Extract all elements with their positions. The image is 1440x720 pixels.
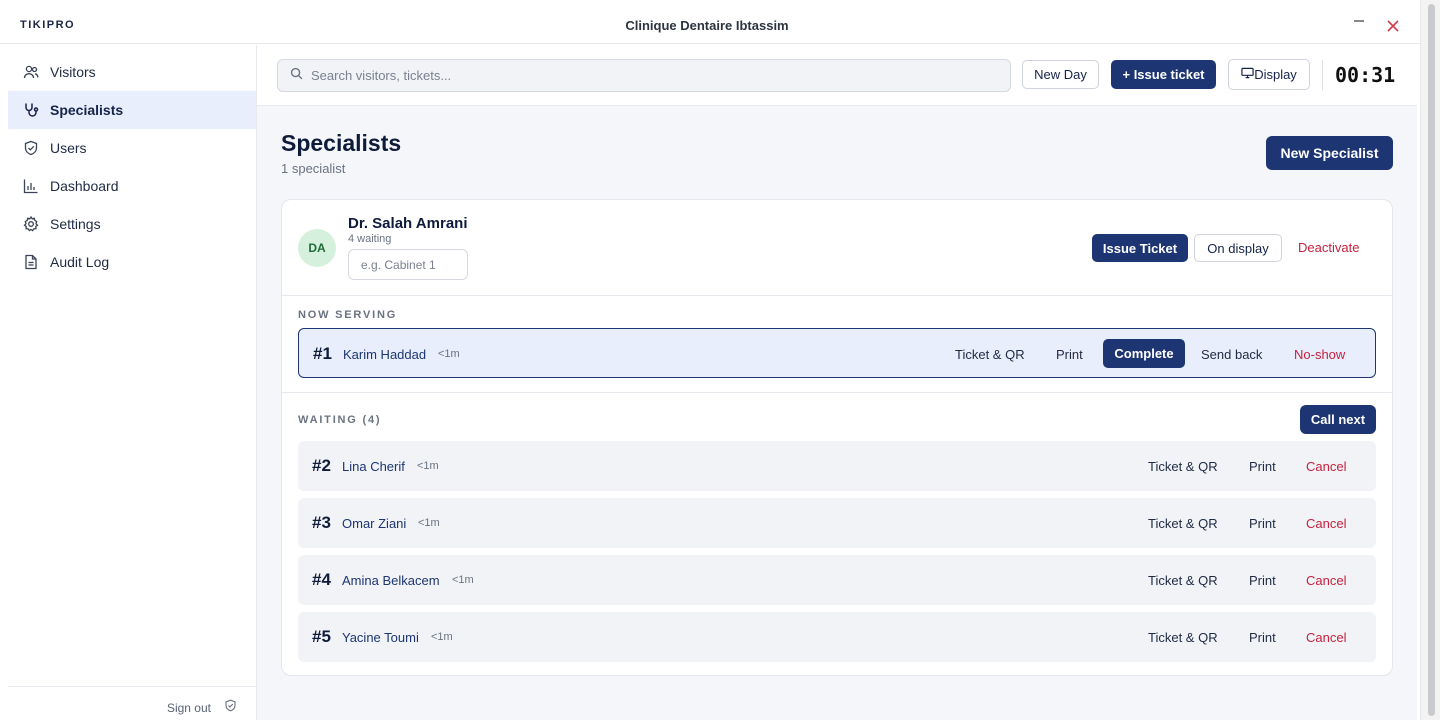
window-title: Clinique Dentaire Ibtassim — [625, 18, 789, 33]
visitor-name: Omar Ziani — [342, 516, 407, 531]
print-button[interactable]: Print — [1249, 573, 1276, 588]
bar-chart-icon — [22, 177, 40, 195]
page-subtitle: 1 specialist — [281, 161, 346, 176]
ticket-qr-button[interactable]: Ticket & QR — [955, 347, 1025, 362]
window-scrollbar[interactable] — [1420, 0, 1440, 720]
sidebar-item-label: Settings — [50, 216, 101, 232]
waiting-label: WAITING (4) — [298, 414, 382, 426]
ticket-qr-button[interactable]: Ticket & QR — [1148, 459, 1218, 474]
now-serving-row: #1 Karim Haddad <1m Ticket & QR Print Co… — [298, 328, 1376, 378]
print-button[interactable]: Print — [1056, 347, 1083, 362]
visitor-name: Lina Cherif — [342, 459, 405, 474]
search-icon — [290, 67, 303, 85]
sign-out-link[interactable]: Sign out — [167, 701, 211, 715]
title-bar: TIKIPRO Clinique Dentaire Ibtassim — [0, 0, 1420, 44]
sidebar-item-label: Specialists — [50, 102, 124, 118]
issue-ticket-card-button[interactable]: Issue Ticket — [1092, 234, 1188, 262]
ticket-qr-button[interactable]: Ticket & QR — [1148, 630, 1218, 645]
document-icon — [22, 253, 40, 271]
ticket-qr-button[interactable]: Ticket & QR — [1148, 516, 1218, 531]
sidebar-item-audit-log[interactable]: Audit Log — [8, 243, 256, 281]
main-content: New Day + Issue ticket Display 00:31 Spe… — [257, 45, 1417, 720]
visitor-name: Amina Belkacem — [342, 573, 440, 588]
new-day-button[interactable]: New Day — [1022, 60, 1099, 89]
sidebar-item-label: Users — [50, 140, 87, 156]
waiting-row: #2 Lina Cherif <1m Ticket & QR Print Can… — [298, 441, 1376, 491]
cancel-button[interactable]: Cancel — [1306, 516, 1346, 531]
send-back-button[interactable]: Send back — [1201, 347, 1262, 362]
gear-icon — [22, 215, 40, 233]
waiting-row: #4 Amina Belkacem <1m Ticket & QR Print … — [298, 555, 1376, 605]
ticket-number: #5 — [312, 627, 331, 646]
visitor-name: Yacine Toumi — [342, 630, 419, 645]
divider — [282, 295, 1392, 296]
complete-button[interactable]: Complete — [1103, 339, 1185, 368]
avatar: DA — [298, 229, 336, 267]
close-icon[interactable] — [1385, 18, 1401, 34]
now-serving-label: NOW SERVING — [298, 309, 398, 321]
sidebar: Visitors Specialists Users Dashboard Set… — [0, 45, 257, 720]
sidebar-item-specialists[interactable]: Specialists — [8, 91, 256, 129]
ticket-qr-button[interactable]: Ticket & QR — [1148, 573, 1218, 588]
top-toolbar: New Day + Issue ticket Display 00:31 — [257, 45, 1417, 106]
shield-check-icon — [22, 139, 40, 157]
search-input[interactable] — [311, 68, 991, 83]
shield-icon[interactable] — [224, 699, 238, 713]
ticket-number: #3 — [312, 513, 331, 532]
wait-time: <1m — [431, 631, 453, 643]
ticket-number: #4 — [312, 570, 331, 589]
sidebar-item-settings[interactable]: Settings — [8, 205, 256, 243]
sidebar-item-label: Dashboard — [50, 178, 119, 194]
sidebar-item-label: Visitors — [50, 64, 96, 80]
clock: 00:31 — [1322, 60, 1395, 90]
waiting-count: 4 waiting — [348, 233, 392, 245]
stethoscope-icon — [22, 101, 40, 119]
search-box[interactable] — [277, 59, 1011, 92]
specialist-card: DA Dr. Salah Amrani 4 waiting Issue Tick… — [281, 199, 1393, 676]
monitor-icon — [1241, 67, 1254, 79]
issue-ticket-button[interactable]: + Issue ticket — [1111, 60, 1216, 89]
wait-time: <1m — [438, 348, 460, 360]
minimize-icon[interactable] — [1352, 14, 1366, 28]
waiting-row: #5 Yacine Toumi <1m Ticket & QR Print Ca… — [298, 612, 1376, 662]
print-button[interactable]: Print — [1249, 630, 1276, 645]
divider — [282, 392, 1392, 393]
sidebar-item-label: Audit Log — [50, 254, 110, 270]
ticket-number: #1 — [313, 344, 332, 363]
display-label: Display — [1254, 67, 1297, 82]
sidebar-footer: Sign out — [8, 686, 256, 720]
new-specialist-button[interactable]: New Specialist — [1266, 136, 1393, 170]
cancel-button[interactable]: Cancel — [1306, 573, 1346, 588]
print-button[interactable]: Print — [1249, 459, 1276, 474]
scrollbar-thumb[interactable] — [1428, 4, 1435, 716]
no-show-button[interactable]: No-show — [1294, 347, 1345, 362]
deactivate-button[interactable]: Deactivate — [1298, 240, 1359, 255]
ticket-number: #2 — [312, 456, 331, 475]
sidebar-item-dashboard[interactable]: Dashboard — [8, 167, 256, 205]
on-display-button[interactable]: On display — [1194, 234, 1282, 262]
print-button[interactable]: Print — [1249, 516, 1276, 531]
waiting-row: #3 Omar Ziani <1m Ticket & QR Print Canc… — [298, 498, 1376, 548]
sidebar-item-users[interactable]: Users — [8, 129, 256, 167]
call-next-button[interactable]: Call next — [1300, 405, 1376, 434]
cancel-button[interactable]: Cancel — [1306, 630, 1346, 645]
page-title: Specialists — [281, 130, 402, 156]
cancel-button[interactable]: Cancel — [1306, 459, 1346, 474]
wait-time: <1m — [452, 574, 474, 586]
wait-time: <1m — [417, 460, 439, 472]
specialist-name: Dr. Salah Amrani — [348, 215, 468, 232]
sidebar-item-visitors[interactable]: Visitors — [8, 53, 256, 91]
wait-time: <1m — [418, 517, 440, 529]
visitor-name: Karim Haddad — [343, 347, 427, 362]
cabinet-input[interactable] — [348, 249, 468, 280]
display-button[interactable]: Display — [1228, 59, 1310, 90]
users-icon — [22, 63, 40, 81]
